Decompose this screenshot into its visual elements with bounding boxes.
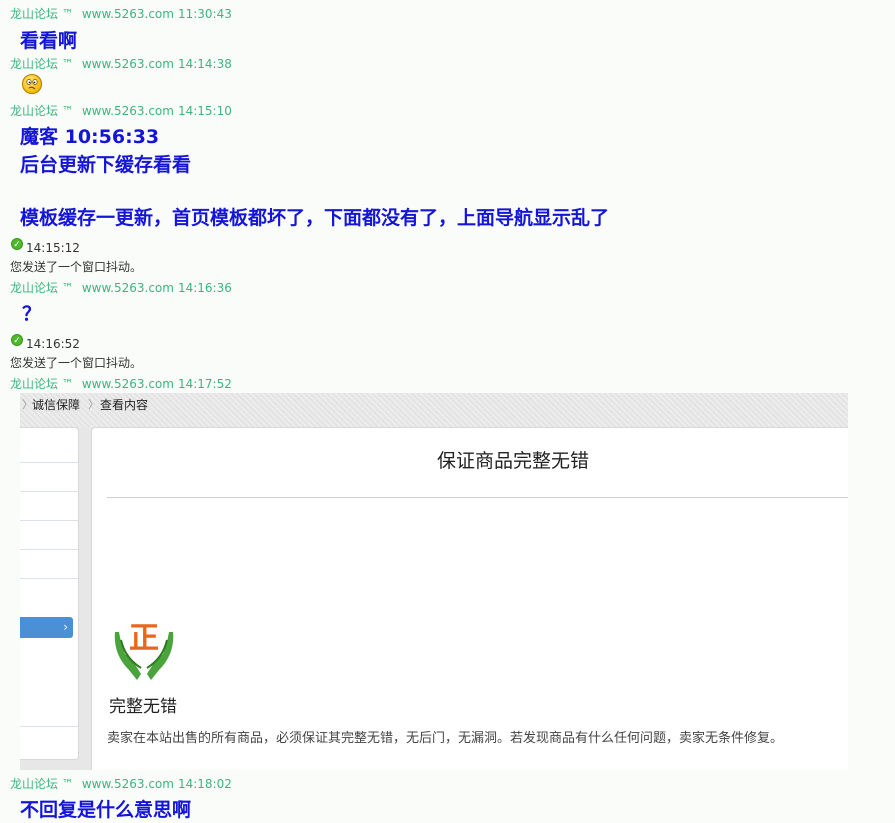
message-time: 11:30:43 xyxy=(177,7,232,21)
content-title: 保证商品完整无错 xyxy=(436,450,589,472)
sender-site-link[interactable]: www.5263.com xyxy=(82,104,174,118)
message-header: 龙山论坛 ™ www.5263.com 14:14:38 xyxy=(10,55,232,72)
message-header: 龙山论坛 ™ www.5263.com 14:15:10 xyxy=(10,102,232,119)
guarantee-description: 卖家在本站出售的所有商品，必须保证其完整无错，无后门，无漏洞。若发现商品有什么任… xyxy=(107,731,784,746)
message-time: 14:17:52 xyxy=(177,377,232,391)
sender-site-link[interactable]: www.5263.com xyxy=(82,57,174,71)
message-header: 龙山论坛 ™ www.5263.com 14:16:36 xyxy=(10,279,232,296)
message-header: 龙山论坛 ™ www.5263.com 14:17:52 xyxy=(10,375,232,392)
sender-name: 龙山论坛 ™ xyxy=(10,104,74,118)
message-text: 魔客 10:56:33 xyxy=(20,126,160,148)
breadcrumb-item: 查看内容 xyxy=(100,398,149,412)
sender-name: 龙山论坛 ™ xyxy=(10,281,74,295)
system-time: 14:16:52 xyxy=(26,337,80,351)
sender-site-link[interactable]: www.5263.com xyxy=(82,377,174,391)
side-nav: › xyxy=(20,427,79,760)
icon-glyph: 正 xyxy=(129,621,159,656)
icon-caption: 完整无错 xyxy=(109,697,177,717)
system-notice: 您发送了一个窗口抖动。 xyxy=(10,356,143,370)
message-text: ？ xyxy=(22,303,42,325)
nav-item-active: › xyxy=(20,617,73,638)
nav-divider xyxy=(20,462,78,463)
content-panel: 保证商品完整无错 正 完整无错 卖家在本站出售的所有商品，必须保证其完整无错，无… xyxy=(91,427,848,770)
breadcrumb: 〉 诚信保障 〉 查看内容 xyxy=(20,393,848,427)
message-time: 14:16:36 xyxy=(177,281,232,295)
message-text: 模板缓存一更新，首页模板都坏了，下面都没有了，上面导航显示乱了 xyxy=(20,207,610,229)
breadcrumb-separator: 〉 xyxy=(88,398,99,411)
guarantee-hands-icon: 正 xyxy=(114,621,174,680)
nav-divider xyxy=(20,491,78,492)
message-text: 不回复是什么意思啊 xyxy=(20,799,192,821)
message-text: 看看啊 xyxy=(20,30,78,52)
shared-screenshot-image[interactable]: 〉 诚信保障 〉 查看内容 › 保证商品完整无错 正 完整无错 卖家在本站出售的… xyxy=(20,393,848,770)
nav-divider xyxy=(20,578,78,579)
check-icon: ✓ xyxy=(11,238,23,250)
chevron-right-icon: › xyxy=(63,620,68,634)
confused-face-emoji-icon xyxy=(22,74,42,94)
system-time: 14:15:12 xyxy=(26,241,80,255)
message-time: 14:15:10 xyxy=(177,104,232,118)
sender-name: 龙山论坛 ™ xyxy=(10,377,74,391)
sender-site-link[interactable]: www.5263.com xyxy=(82,7,174,21)
system-notice: 您发送了一个窗口抖动。 xyxy=(10,260,143,274)
check-icon: ✓ xyxy=(11,334,23,346)
sender-name: 龙山论坛 ™ xyxy=(10,57,74,71)
message-time: 14:18:02 xyxy=(177,777,232,791)
sender-site-link[interactable]: www.5263.com xyxy=(82,777,174,791)
breadcrumb-item: 诚信保障 xyxy=(32,398,81,412)
title-divider xyxy=(107,497,848,498)
sender-name: 龙山论坛 ™ xyxy=(10,777,74,791)
nav-divider xyxy=(20,520,78,521)
sender-name: 龙山论坛 ™ xyxy=(10,7,74,21)
message-header: 龙山论坛 ™ www.5263.com 14:18:02 xyxy=(10,775,232,792)
message-time: 14:14:38 xyxy=(177,57,232,71)
message-header: 龙山论坛 ™ www.5263.com 11:30:43 xyxy=(10,5,232,22)
sender-site-link[interactable]: www.5263.com xyxy=(82,281,174,295)
message-text: 后台更新下缓存看看 xyxy=(20,154,192,176)
nav-divider xyxy=(20,726,78,727)
nav-divider xyxy=(20,549,78,550)
